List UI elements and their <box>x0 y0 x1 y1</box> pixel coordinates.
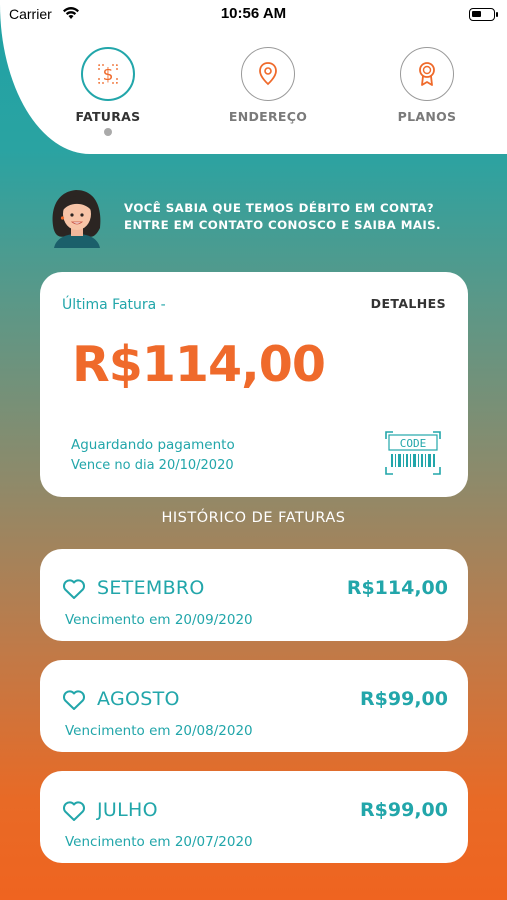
invoice-due-date: Vencimento em 20/08/2020 <box>65 723 253 739</box>
heart-icon[interactable] <box>62 689 86 711</box>
invoice-due-date: Vencimento em 20/07/2020 <box>65 834 253 850</box>
barcode-label: CODE <box>400 437 427 450</box>
details-button[interactable]: DETALHES <box>371 296 446 311</box>
invoice-amount: R$114,00 <box>72 336 326 393</box>
status-bar: Carrier 10:56 AM <box>0 0 507 30</box>
invoice-price: R$99,00 <box>360 688 448 710</box>
tab-faturas[interactable]: $ FATURAS <box>48 47 168 136</box>
due-date: Vence no dia 20/10/2020 <box>71 458 234 473</box>
debit-info-line-1: VOCÊ SABIA QUE TEMOS DÉBITO EM CONTA? <box>124 201 435 215</box>
payment-status: Aguardando pagamento <box>71 437 235 453</box>
svg-text:$: $ <box>103 65 114 85</box>
debit-info-text: VOCÊ SABIA QUE TEMOS DÉBITO EM CONTA? EN… <box>124 200 441 234</box>
invoice-month: AGOSTO <box>97 688 180 710</box>
invoice-price: R$114,00 <box>346 577 448 599</box>
tab-planos[interactable]: PLANOS <box>367 47 487 124</box>
tab-label: PLANOS <box>397 109 457 124</box>
history-title: HISTÓRICO DE FATURAS <box>161 510 346 526</box>
barcode-icon[interactable]: CODE <box>384 430 442 476</box>
invoice-month: JULHO <box>97 799 158 821</box>
latest-invoice-card[interactable]: Última Fatura - DETALHES R$114,00 Aguard… <box>40 272 468 497</box>
location-pin-icon <box>241 47 295 101</box>
dollar-icon: $ <box>81 47 135 101</box>
award-ribbon-icon <box>400 47 454 101</box>
tab-label: FATURAS <box>75 109 141 124</box>
invoice-month: SETEMBRO <box>97 577 205 599</box>
heart-icon[interactable] <box>62 578 86 600</box>
active-indicator-dot <box>104 128 112 136</box>
debit-info-banner: VOCÊ SABIA QUE TEMOS DÉBITO EM CONTA? EN… <box>48 184 488 248</box>
invoice-price: R$99,00 <box>360 799 448 821</box>
clock: 10:56 AM <box>220 5 287 22</box>
tab-endereco[interactable]: ENDEREÇO <box>208 47 328 124</box>
invoice-list-item[interactable]: AGOSTO R$99,00 Vencimento em 20/08/2020 <box>40 660 468 752</box>
heart-icon[interactable] <box>62 800 86 822</box>
latest-invoice-title: Última Fatura - <box>62 297 166 313</box>
avatar <box>48 184 106 248</box>
debit-info-line-2: ENTRE EM CONTATO CONOSCO E SAIBA MAIS. <box>124 218 441 232</box>
invoice-due-date: Vencimento em 20/09/2020 <box>65 612 253 628</box>
invoice-list-item[interactable]: JULHO R$99,00 Vencimento em 20/07/2020 <box>40 771 468 863</box>
tab-label: ENDEREÇO <box>228 109 308 124</box>
battery-icon <box>469 8 498 21</box>
invoice-list-item[interactable]: SETEMBRO R$114,00 Vencimento em 20/09/20… <box>40 549 468 641</box>
